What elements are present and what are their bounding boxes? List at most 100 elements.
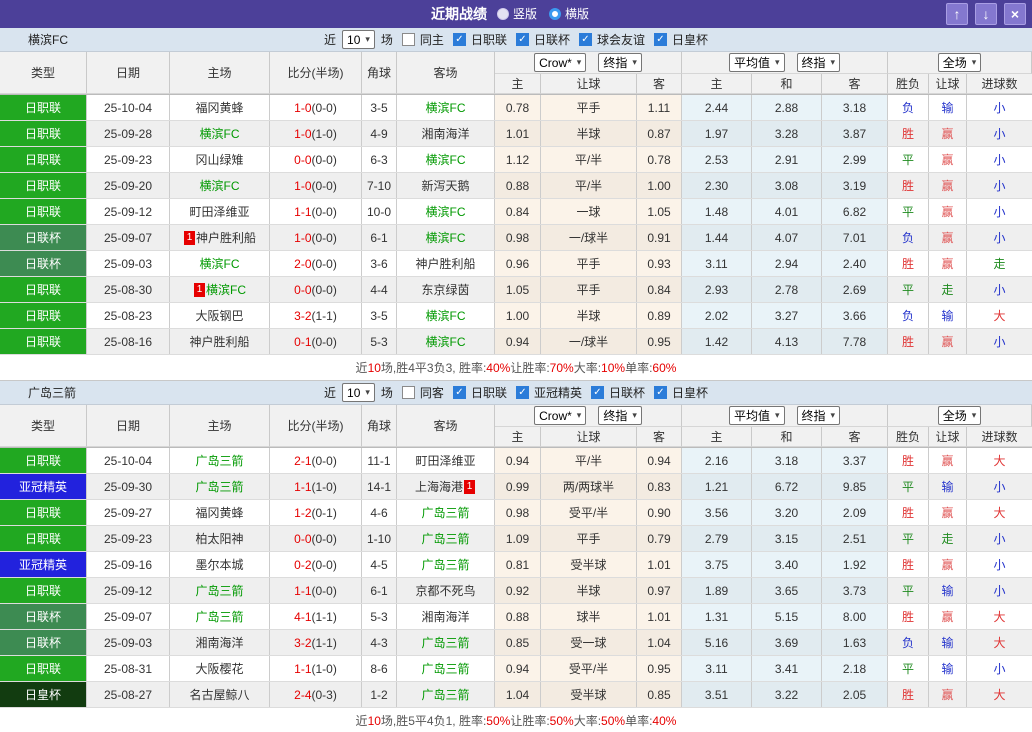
home-team-name: 福冈黄蜂 [195,506,244,520]
handicap-odds-cell: 0.85 [495,630,541,655]
full-time-score: 1-0 [294,230,312,245]
corner-cell: 1-10 [362,526,397,551]
europe-odds-cell: 3.11 [682,656,752,681]
handicap-odds-cell: 平手 [541,526,637,551]
move-up-button[interactable]: ↑ [946,3,968,25]
match-result-cell: 平 [888,578,929,603]
summary-text: 让胜率: [510,714,550,728]
close-button[interactable]: × [1004,3,1026,25]
europe-odds-cell: 1.97 [682,121,752,146]
table-row: 日联杯 25-09-03 湘南海洋 3-2 (1-1) 4-3 广岛三箭 0.85 受一球 1.0… [0,630,1032,656]
caret-down-icon: ▾ [365,34,370,44]
odds-time-select[interactable]: 终指 ▾ [598,53,642,72]
date-cell: 25-09-03 [87,251,170,276]
same-venue-label: 同主 [419,33,444,47]
full-time-score: 1-0 [294,178,312,193]
move-down-button[interactable]: ↓ [975,3,997,25]
match-count-select[interactable]: 10 ▾ [342,30,375,49]
league-badge: 日职联 [0,95,87,120]
column-header: 日期 [87,405,170,447]
match-result-cell: 平 [888,147,929,172]
odds-time-select[interactable]: 终指 ▾ [796,406,841,425]
league-badge: 日职联 [0,526,87,551]
summary-text: 大率: [573,714,602,728]
match-count-select[interactable]: 10 ▾ [342,383,375,402]
layout-radio-vertical[interactable]: 竖版 [496,5,537,22]
table-row: 日联杯 25-09-07 1 神户胜利船 1-0 (0-0) 6-1 横滨FC 0.98 一/球半… [0,225,1032,251]
handicap-odds-cell: 1.00 [637,173,682,198]
handicap-odds-cell: 受一球 [541,630,637,655]
filter-bar: 横滨FC 近 10 ▾ 场 同主 ✓ 日职联 ✓ 日联杯 ✓ 球会友谊 ✓ 日皇杯 [0,28,1032,52]
layout-radio-horizontal[interactable]: 横版 [549,5,589,22]
average-select[interactable]: 平均值 ▾ [728,53,785,72]
goals-result-cell: 小 [993,283,1006,297]
date-cell: 25-09-16 [87,552,170,577]
home-team-name: 神户胜利船 [195,231,256,245]
half-time-score: (0-0) [311,531,337,546]
competition-checkbox[interactable]: ✓ [452,386,466,399]
competition-checkbox[interactable]: ✓ [578,33,592,46]
competition-checkbox[interactable]: ✓ [653,386,667,399]
average-select[interactable]: 平均值 ▾ [728,406,785,425]
competition-checkbox[interactable]: ✓ [515,386,529,399]
score-cell: 2-1 (0-0) [270,448,362,473]
same-venue-checkbox[interactable] [401,386,415,399]
handicap-odds-cell: 1.04 [495,682,541,707]
away-team-name: 横滨FC [425,101,466,115]
competition-label: 亚冠精英 [533,386,582,400]
handicap-result-cell: 走 [929,526,967,551]
odds-time-select[interactable]: 终指 ▾ [796,53,841,72]
competition-checkbox[interactable]: ✓ [515,33,529,46]
home-team-name: 广岛三箭 [195,584,244,598]
sub-column-header: 进球数 [967,427,1032,447]
home-team-cell: 广岛三箭 [170,448,270,473]
period-select[interactable]: 全场 ▾ [937,406,982,425]
handicap-odds-cell: 1.01 [495,121,541,146]
home-team-cell: 横滨FC [170,121,270,146]
summary-text: 场,胜5平4负1, 胜率: [380,714,487,728]
corner-cell: 4-9 [362,121,397,146]
handicap-result-cell: 赢 [929,552,967,577]
odds-time-select[interactable]: 终指 ▾ [598,406,642,425]
competition-checkbox[interactable]: ✓ [653,33,667,46]
score-cell: 1-1 (0-0) [270,199,362,224]
europe-odds-cell: 3.73 [822,578,888,603]
match-result-cell: 平 [888,526,929,551]
competition-label: 日皇杯 [671,33,708,47]
goals-result-cell: 大 [993,688,1006,702]
europe-odds-cell: 2.05 [822,682,888,707]
europe-odds-cell: 3.18 [822,95,888,120]
summary-text: 单率: [625,361,653,375]
bookmaker-select[interactable]: Crow* ▾ [534,406,587,425]
handicap-result-cell: 赢 [929,225,967,250]
europe-odds-cell: 2.91 [752,147,822,172]
sub-column-header: 客 [822,74,888,94]
away-team-cell: 京都不死鸟 [397,578,495,603]
table-row: 日职联 25-08-23 大阪钢巴 3-2 (1-1) 3-5 横滨FC 1.00 半球 0.89… [0,303,1032,329]
score-cell: 4-1 (1-1) [270,604,362,629]
league-badge: 日职联 [0,500,87,525]
away-team-name: 神户胜利船 [415,257,476,271]
period-select[interactable]: 全场 ▾ [937,53,982,72]
filter-controls: 近 10 ▾ 场 同主 ✓ 日职联 ✓ 日联杯 ✓ 球会友谊 ✓ 日皇杯 [324,30,708,49]
sub-column-header: 胜负 [888,427,929,447]
europe-odds-cell: 3.19 [822,173,888,198]
away-team-cell: 町田泽维亚 [397,448,495,473]
handicap-odds-cell: 球半 [541,604,637,629]
match-result-cell: 胜 [888,251,929,276]
europe-odds-cell: 3.51 [682,682,752,707]
league-badge: 日联杯 [0,630,87,655]
league-badge: 日联杯 [0,225,87,250]
bookmaker-select[interactable]: Crow* ▾ [534,53,587,72]
summary-text: 40% [486,360,511,375]
competition-checkbox[interactable]: ✓ [590,386,604,399]
half-time-score: (0-0) [311,334,337,349]
score-cell: 2-0 (0-0) [270,251,362,276]
league-badge: 日职联 [0,199,87,224]
away-team-name: 上海海港 [414,480,463,494]
europe-odds-cell: 9.85 [822,474,888,499]
summary-text: 40% [652,713,677,728]
same-venue-checkbox[interactable] [401,33,415,46]
competition-checkbox[interactable]: ✓ [452,33,466,46]
corner-cell: 4-6 [362,500,397,525]
